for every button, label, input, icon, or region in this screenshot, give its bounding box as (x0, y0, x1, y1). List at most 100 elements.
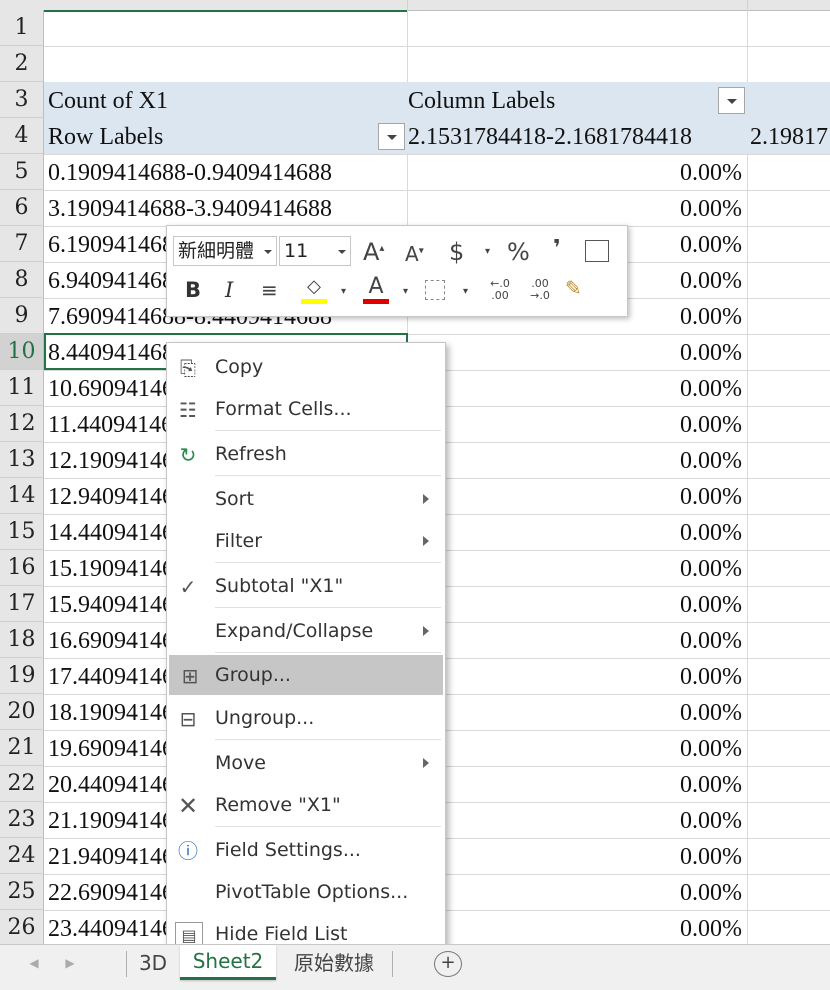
row-number[interactable]: 2 (0, 46, 44, 82)
italic-button[interactable]: I (225, 278, 233, 302)
cell-c[interactable] (750, 622, 830, 658)
row-number[interactable]: 17 (0, 586, 44, 622)
font-color-dropdown-icon[interactable]: ▾ (403, 286, 408, 297)
cell-b[interactable]: 0.00% (408, 514, 746, 550)
increase-decimal-button[interactable]: ←.0 .00 (485, 278, 515, 302)
row-number[interactable]: 14 (0, 478, 44, 514)
row-number[interactable]: 4 (0, 118, 44, 154)
cell-c[interactable] (750, 550, 830, 586)
cell-c[interactable] (750, 82, 830, 118)
row-number[interactable]: 10 (0, 334, 44, 370)
merge-center-icon[interactable] (585, 240, 609, 262)
cell-b[interactable]: 0.00% (408, 658, 746, 694)
row-number[interactable]: 13 (0, 442, 44, 478)
cell-c[interactable] (750, 730, 830, 766)
cell-b[interactable]: 0.00% (408, 910, 746, 946)
cell-c[interactable] (750, 586, 830, 622)
cell-c[interactable]: 2.19817 (750, 118, 830, 154)
row-number[interactable]: 26 (0, 910, 44, 946)
menu-item-filter[interactable]: Filter (167, 521, 443, 561)
cell-b[interactable]: 0.00% (408, 838, 746, 874)
menu-item-group[interactable]: ⊞ Group... (169, 655, 443, 695)
cell-b[interactable]: 0.00% (408, 766, 746, 802)
row-number[interactable]: 25 (0, 874, 44, 910)
cell-c[interactable] (750, 514, 830, 550)
font-size-box[interactable]: 11 (279, 236, 351, 266)
cell-b[interactable]: 0.00% (408, 622, 746, 658)
cell-c[interactable] (750, 190, 830, 226)
cell-b[interactable]: 2.1531784418-2.1681784418 (408, 118, 746, 154)
cell-b[interactable]: 0.00% (408, 442, 746, 478)
cell-c[interactable] (750, 334, 830, 370)
cell-c[interactable] (750, 694, 830, 730)
cell-c[interactable] (750, 910, 830, 946)
row-number[interactable]: 9 (0, 298, 44, 334)
currency-button[interactable]: $ (449, 238, 464, 266)
menu-item-move[interactable]: Move (167, 743, 443, 783)
format-painter-icon[interactable]: ✎ (565, 276, 582, 300)
cell-c[interactable] (750, 802, 830, 838)
cell-c[interactable] (750, 10, 830, 46)
scroll-right-icon[interactable]: ▶ (60, 947, 80, 979)
scroll-left-icon[interactable]: ◀ (24, 947, 44, 979)
cell-b[interactable]: 0.00% (408, 478, 746, 514)
percent-button[interactable]: % (507, 238, 530, 266)
row-number[interactable]: 7 (0, 226, 44, 262)
menu-item-subtotal[interactable]: ✓ Subtotal "X1" (167, 566, 443, 606)
add-sheet-button[interactable]: + (434, 951, 462, 977)
bold-button[interactable]: B (185, 278, 201, 302)
cell-b[interactable]: 0.00% (408, 334, 746, 370)
menu-item-remove[interactable]: ✕ Remove "X1" (167, 785, 443, 825)
cell-b[interactable]: 0.00% (408, 550, 746, 586)
menu-item-field-settings[interactable]: ⓘ Field Settings... (167, 830, 443, 870)
cell-c[interactable] (750, 154, 830, 190)
cell-c[interactable] (750, 658, 830, 694)
row-number[interactable]: 6 (0, 190, 44, 226)
row-number[interactable]: 15 (0, 514, 44, 550)
row-number[interactable]: 11 (0, 370, 44, 406)
cell-a[interactable] (48, 10, 406, 46)
row-number[interactable]: 20 (0, 694, 44, 730)
cell-b[interactable]: 0.00% (408, 586, 746, 622)
row-labels-filter-button[interactable] (378, 123, 405, 150)
cell-c[interactable] (750, 442, 830, 478)
cell-c[interactable] (750, 838, 830, 874)
cell-c[interactable] (750, 478, 830, 514)
fill-color-dropdown-icon[interactable]: ▾ (341, 286, 346, 297)
tab-sheet2[interactable]: Sheet2 (180, 945, 276, 980)
cell-a[interactable]: 0.1909414688-0.9409414688 (48, 154, 406, 190)
row-number[interactable]: 8 (0, 262, 44, 298)
tab-3d[interactable]: 3D (132, 947, 174, 979)
cell-b[interactable] (408, 10, 746, 46)
cell-a[interactable]: Row Labels (48, 118, 406, 154)
cell-c[interactable] (750, 298, 830, 334)
cell-b[interactable]: 0.00% (408, 694, 746, 730)
cell-b[interactable]: 0.00% (408, 874, 746, 910)
decrease-decimal-button[interactable]: .00 →.0 (525, 278, 555, 302)
comma-style-button[interactable]: ❜ (553, 236, 561, 261)
row-number[interactable]: 1 (0, 10, 44, 46)
cell-b[interactable]: 0.00% (408, 730, 746, 766)
cell-c[interactable] (750, 766, 830, 802)
row-number[interactable]: 3 (0, 82, 44, 118)
row-number[interactable]: 19 (0, 658, 44, 694)
row-number[interactable]: 12 (0, 406, 44, 442)
cell-c[interactable] (750, 262, 830, 298)
menu-item-refresh[interactable]: ↻ Refresh (167, 434, 443, 474)
font-name-box[interactable]: 新細明體 (173, 236, 277, 266)
menu-item-format-cells[interactable]: ☷ Format Cells... (167, 389, 443, 429)
row-number[interactable]: 18 (0, 622, 44, 658)
row-number[interactable]: 22 (0, 766, 44, 802)
cell-b[interactable]: 0.00% (408, 406, 746, 442)
cell-b[interactable] (408, 46, 746, 82)
font-color-button[interactable]: A (363, 274, 389, 306)
decrease-font-button[interactable]: A▾ (405, 242, 424, 266)
cell-b[interactable]: Column Labels (408, 82, 746, 118)
row-number[interactable]: 5 (0, 154, 44, 190)
cell-c[interactable] (750, 226, 830, 262)
fill-color-button[interactable]: ◇ (301, 276, 327, 306)
column-labels-filter-button[interactable] (718, 87, 745, 114)
cell-a[interactable] (48, 46, 406, 82)
cell-a[interactable]: 3.1909414688-3.9409414688 (48, 190, 406, 226)
borders-dropdown-icon[interactable]: ▾ (463, 286, 468, 297)
